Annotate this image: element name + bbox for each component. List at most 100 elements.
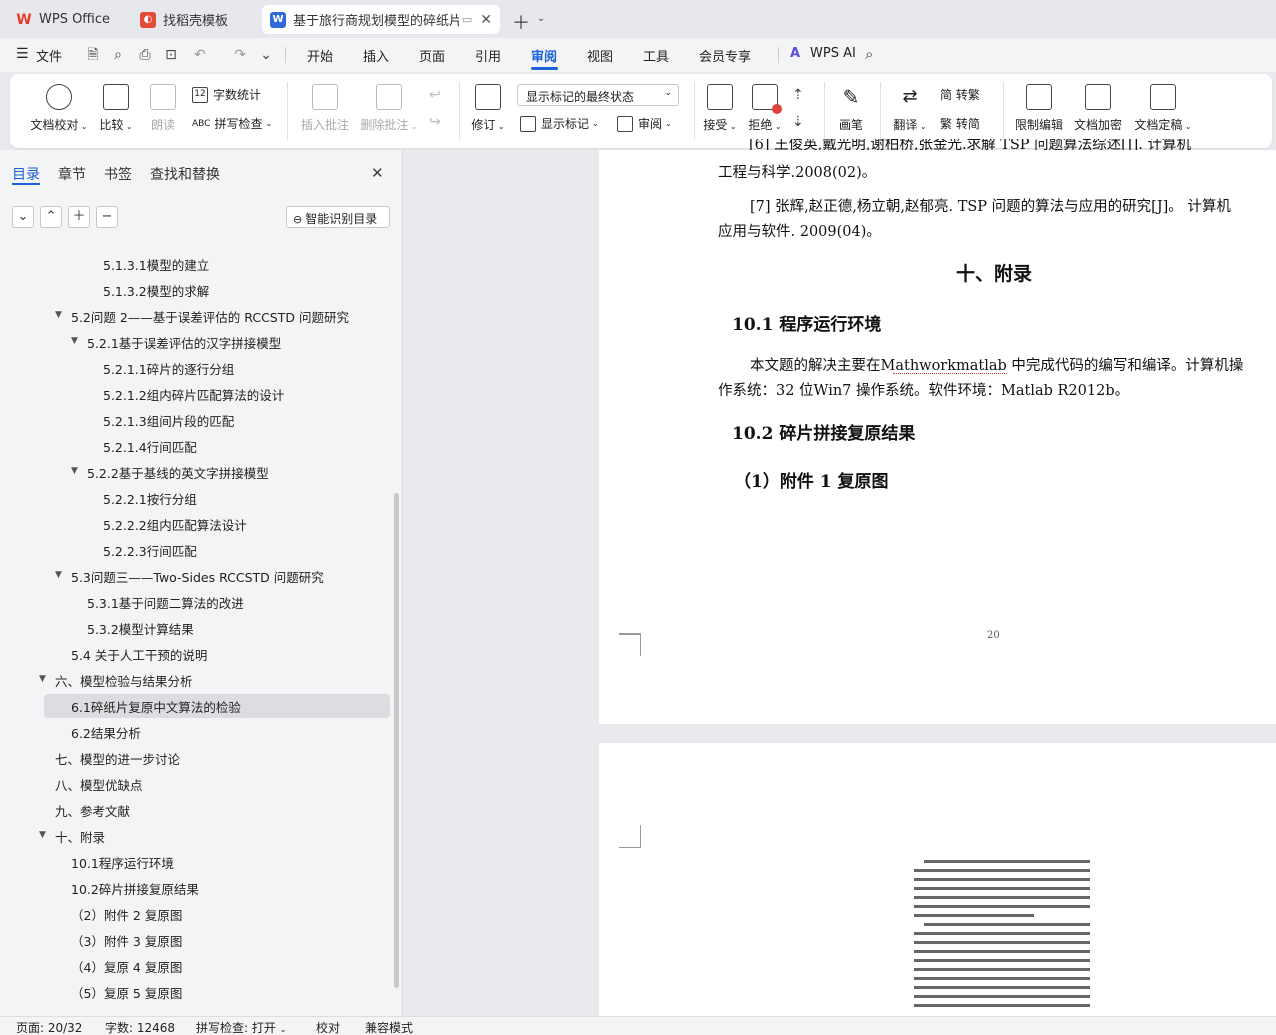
document-page-20[interactable]: [6] 王俊英,戴光明,谢柏桥,张金光.求解 TSP 问题算法综述[J]. 计算… bbox=[599, 139, 1276, 724]
toc-item[interactable]: 5.2.2.3行间匹配 bbox=[103, 541, 197, 560]
toc-item[interactable]: 5.2.2.1按行分组 bbox=[103, 489, 197, 508]
toc-item[interactable]: 5.2.1.4行间匹配 bbox=[103, 437, 197, 456]
status-spell-check[interactable]: 拼写检查: 打开 ⌄ bbox=[196, 1019, 286, 1035]
toc-item[interactable]: ▼ 六、模型检验与结果分析 bbox=[39, 671, 193, 690]
toc-item[interactable]: 10.1程序运行环境 bbox=[71, 853, 174, 872]
simp-to-trad-button[interactable]: 简 转繁 bbox=[940, 86, 980, 103]
expand-arrow-icon[interactable]: ▼ bbox=[39, 674, 46, 684]
markup-state-select[interactable]: 显示标记的最终状态 ⌄ bbox=[517, 84, 679, 106]
toc-item[interactable]: （2）附件 2 复原图 bbox=[71, 905, 182, 924]
expand-arrow-icon[interactable]: ▼ bbox=[55, 570, 62, 580]
menu-reference[interactable]: 引用 bbox=[475, 46, 501, 65]
status-page[interactable]: 页面: 20/32 bbox=[16, 1019, 82, 1035]
menu-wps-ai[interactable]: WPS AI bbox=[810, 46, 856, 61]
toc-item[interactable]: 5.3.1基于问题二算法的改进 bbox=[87, 593, 244, 612]
collapse-up-button[interactable]: ⌃ bbox=[40, 206, 62, 228]
toc-item[interactable]: （5）复原 5 复原图 bbox=[71, 983, 182, 1002]
document-page-21[interactable] bbox=[599, 743, 1276, 1016]
toc-item[interactable]: ▼ 5.2问题 2——基于误差评估的 RCCSTD 问题研究 bbox=[55, 307, 349, 326]
delete-comment-button[interactable]: 删除批注 ⌄ bbox=[358, 84, 420, 133]
share-icon[interactable]: ⌕ bbox=[108, 45, 128, 65]
restrict-edit-button[interactable]: 限制编辑 bbox=[1011, 84, 1067, 133]
redo-icon[interactable]: ↷ bbox=[230, 45, 250, 65]
toc-item[interactable]: 5.4 关于人工干预的说明 bbox=[71, 645, 207, 664]
print-preview-icon[interactable]: ⊡ bbox=[161, 45, 181, 65]
expand-arrow-icon[interactable]: ▼ bbox=[55, 310, 62, 320]
tab-template[interactable]: ◐ 找稻壳模板 bbox=[132, 5, 254, 34]
hamburger-icon[interactable]: ☰ bbox=[16, 46, 29, 62]
print-icon[interactable]: ⎙ bbox=[135, 45, 155, 65]
word-count-button[interactable]: 12 字数统计 bbox=[192, 86, 261, 103]
remove-heading-button[interactable]: − bbox=[96, 206, 118, 228]
menu-insert[interactable]: 插入 bbox=[363, 46, 389, 65]
toc-item[interactable]: 七、模型的进一步讨论 bbox=[55, 749, 180, 768]
toc-item[interactable]: 6.1碎纸片复原中文算法的检验 bbox=[71, 697, 241, 716]
toc-item[interactable]: （3）附件 3 复原图 bbox=[71, 931, 182, 950]
toc-item[interactable]: ▼ 5.3问题三——Two-Sides RCCSTD 问题研究 bbox=[55, 567, 324, 586]
next-comment-icon[interactable]: ↪ bbox=[429, 114, 441, 130]
toc-item[interactable]: 5.2.2.2组内匹配算法设计 bbox=[103, 515, 247, 534]
accept-button[interactable]: 接受 ⌄ bbox=[700, 84, 740, 133]
toc-item[interactable]: 5.2.1.1碎片的逐行分组 bbox=[103, 359, 234, 378]
prev-comment-icon[interactable]: ↩ bbox=[429, 87, 441, 103]
menu-review[interactable]: 审阅 bbox=[531, 46, 557, 65]
toc-item[interactable]: 5.3.2模型计算结果 bbox=[87, 619, 194, 638]
menu-page[interactable]: 页面 bbox=[419, 46, 445, 65]
toc-item[interactable]: ▼ 5.2.2基于基线的英文字拼接模型 bbox=[71, 463, 269, 482]
menu-view[interactable]: 视图 bbox=[587, 46, 613, 65]
next-change-icon[interactable]: ⇣ bbox=[792, 114, 804, 130]
finalize-button[interactable]: 文档定稿 ⌄ bbox=[1131, 84, 1195, 133]
smart-toc-button[interactable]: ⊖ 智能识别目录 bbox=[286, 206, 390, 228]
close-tab-icon[interactable]: ✕ bbox=[480, 12, 492, 28]
menu-start[interactable]: 开始 bbox=[307, 46, 333, 65]
toc-item[interactable]: ▼ 十、附录 bbox=[39, 827, 105, 846]
insert-comment-button[interactable]: 插入批注 bbox=[298, 84, 352, 133]
toc-item[interactable]: 6.2结果分析 bbox=[71, 723, 141, 742]
tab-list-chevron-icon[interactable]: ⌄ bbox=[537, 13, 545, 24]
tab-find-replace[interactable]: 查找和替换 bbox=[150, 164, 220, 184]
new-tab-icon[interactable]: ＋ bbox=[512, 9, 530, 35]
trad-to-simp-button[interactable]: 繁 转简 bbox=[940, 115, 980, 132]
menu-file[interactable]: 文件 bbox=[36, 46, 62, 65]
pen-button[interactable]: ✎ 画笔 bbox=[834, 84, 868, 133]
translate-button[interactable]: ⇄ 翻译 ⌄ bbox=[890, 84, 930, 133]
undo-icon[interactable]: ↶ bbox=[190, 45, 210, 65]
proofread-button[interactable]: 文档校对 ⌄ bbox=[28, 84, 90, 133]
toc-item[interactable]: 5.2.1.3组间片段的匹配 bbox=[103, 411, 234, 430]
close-pane-icon[interactable]: ✕ bbox=[371, 164, 384, 182]
review-pane-button[interactable]: 审阅 ⌄ bbox=[617, 115, 672, 132]
toc-item[interactable]: 5.2.1.2组内碎片匹配算法的设计 bbox=[103, 385, 284, 404]
expand-arrow-icon[interactable]: ▼ bbox=[39, 830, 46, 840]
toc-scrollbar[interactable] bbox=[394, 493, 399, 988]
search-icon[interactable]: ⌕ bbox=[865, 45, 873, 63]
tab-wps-office[interactable]: W WPS Office bbox=[8, 5, 123, 34]
toc-item[interactable]: 10.2碎片拼接复原结果 bbox=[71, 879, 199, 898]
compare-button[interactable]: 比较 ⌄ bbox=[96, 84, 136, 133]
collapse-down-button[interactable]: ⌄ bbox=[12, 206, 34, 228]
prev-change-icon[interactable]: ⇡ bbox=[792, 87, 804, 103]
tab-document[interactable]: W 基于旅行商规划模型的碎纸片 ▭ ✕ bbox=[262, 5, 500, 34]
toc-item[interactable]: （4）复原 4 复原图 bbox=[71, 957, 182, 976]
reject-button[interactable]: 拒绝 ⌄ bbox=[745, 84, 785, 133]
toc-item[interactable]: 5.1.3.1模型的建立 bbox=[103, 255, 209, 274]
more-chevron-icon[interactable]: ⌄ bbox=[256, 45, 276, 65]
tab-bookmarks[interactable]: 书签 bbox=[104, 164, 132, 184]
toc-item[interactable]: 5.1.3.2模型的求解 bbox=[103, 281, 209, 300]
encrypt-button[interactable]: 文档加密 bbox=[1071, 84, 1125, 133]
menu-tools[interactable]: 工具 bbox=[643, 46, 669, 65]
screen-icon[interactable]: ▭ bbox=[462, 13, 472, 26]
read-aloud-button[interactable]: 朗读 bbox=[148, 84, 178, 133]
tab-toc[interactable]: 目录 bbox=[12, 164, 40, 184]
status-words[interactable]: 字数: 12468 bbox=[105, 1019, 175, 1035]
menu-member[interactable]: 会员专享 bbox=[699, 46, 751, 65]
expand-arrow-icon[interactable]: ▼ bbox=[71, 336, 78, 346]
add-heading-button[interactable]: ＋ bbox=[68, 206, 90, 228]
expand-arrow-icon[interactable]: ▼ bbox=[71, 466, 78, 476]
show-markup-button[interactable]: 显示标记 ⌄ bbox=[520, 115, 599, 132]
tab-chapters[interactable]: 章节 bbox=[58, 164, 86, 184]
save-icon[interactable]: 🗎 bbox=[83, 45, 103, 65]
toc-item[interactable]: 九、参考文献 bbox=[55, 801, 130, 820]
toc-item[interactable]: ▼ 5.2.1基于误差评估的汉字拼接模型 bbox=[71, 333, 281, 352]
spell-check-button[interactable]: ABC 拼写检查 ⌄ bbox=[192, 115, 272, 132]
status-proofread[interactable]: 校对 bbox=[316, 1019, 340, 1035]
